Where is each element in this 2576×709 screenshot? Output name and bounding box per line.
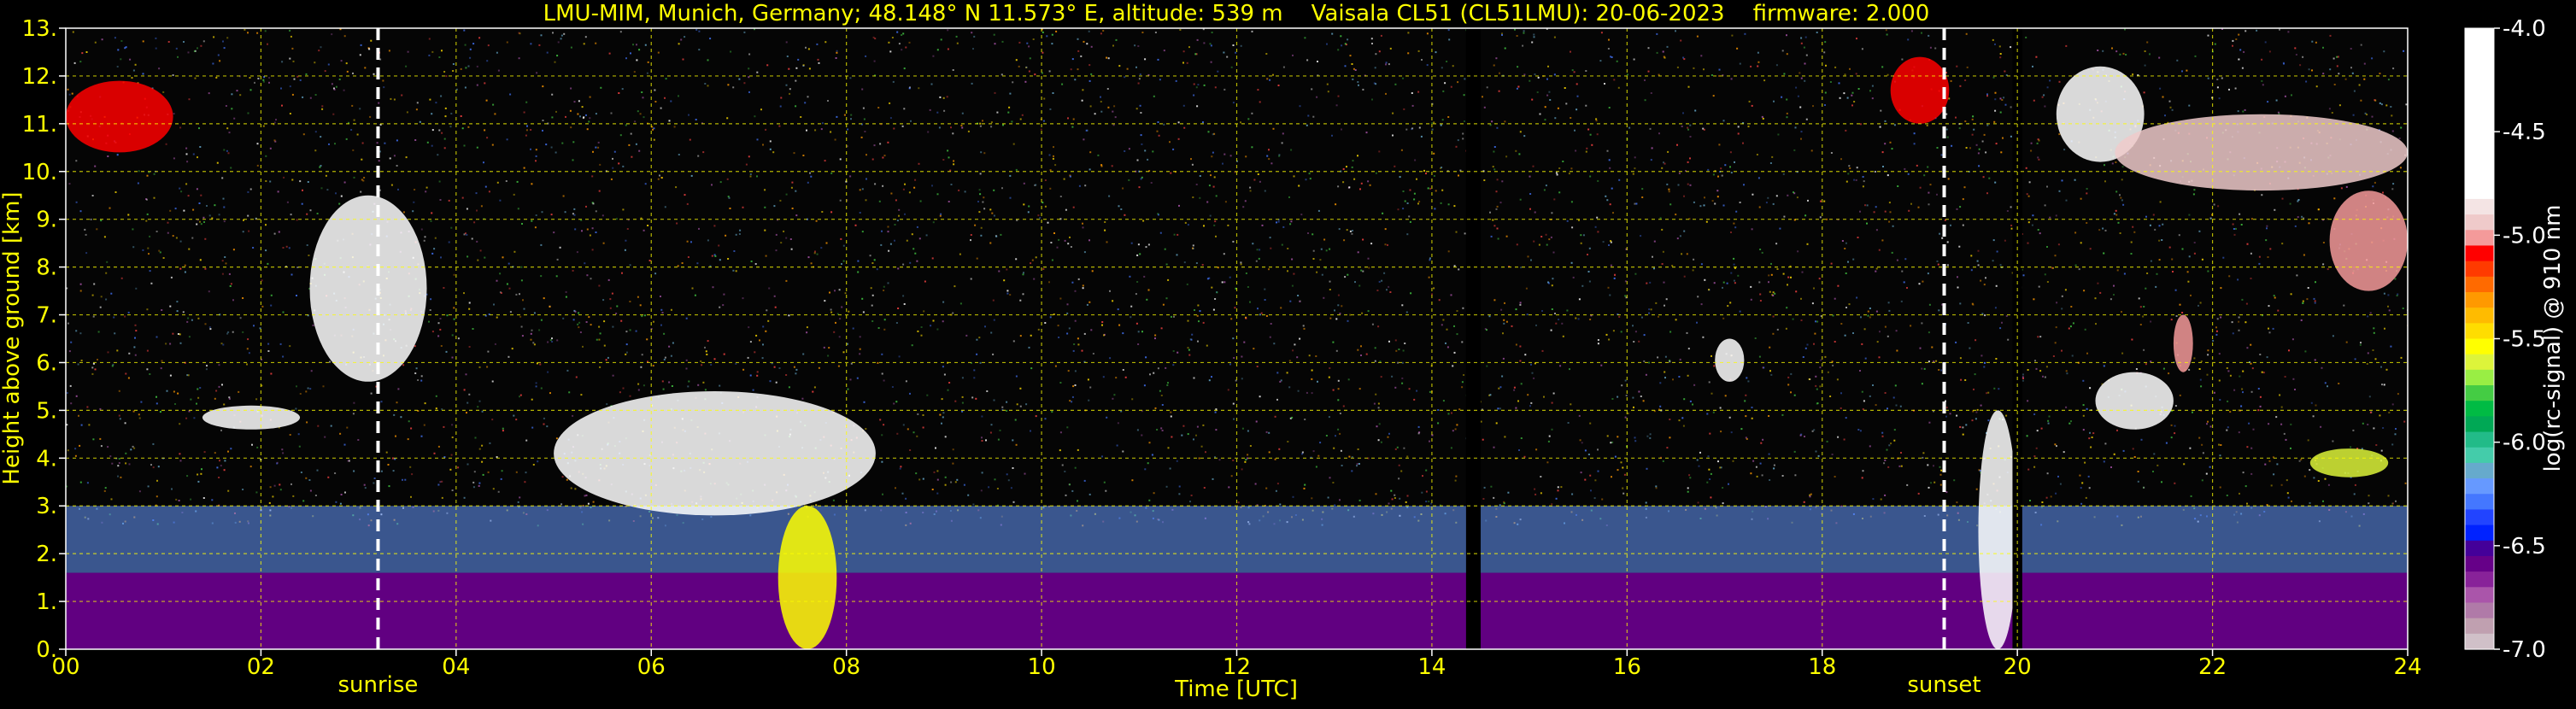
data-gap [1466, 28, 1481, 649]
x-tick-label: 04 [442, 654, 470, 680]
colorbar-swatch [2465, 416, 2494, 432]
colorbar-swatch [2465, 214, 2494, 231]
colorbar-swatch [2465, 106, 2494, 122]
cloud-feature [1715, 339, 1744, 382]
colorbar-swatch [2465, 494, 2494, 510]
colorbar-swatch [2465, 323, 2494, 339]
colorbar-swatch [2465, 401, 2494, 417]
cloud-feature [2330, 190, 2408, 290]
colorbar-swatch [2465, 478, 2494, 495]
y-tick-label: 5. [36, 398, 57, 424]
y-tick-label: 0. [36, 637, 57, 663]
colorbar-swatch [2465, 587, 2494, 603]
colorbar-swatch [2465, 121, 2494, 138]
colorbar-swatch [2465, 448, 2494, 464]
colorbar-swatch [2465, 137, 2494, 153]
y-tick-label: 12. [22, 64, 57, 90]
chart-title: LMU-MIM, Munich, Germany; 48.148° N 11.5… [543, 1, 1930, 26]
colorbar-swatch [2465, 199, 2494, 215]
cloud-feature [2174, 315, 2193, 372]
colorbar-swatch [2465, 308, 2494, 324]
cloud-feature [2096, 372, 2174, 430]
x-tick-label: 16 [1613, 654, 1641, 680]
x-tick-label: 08 [832, 654, 860, 680]
y-tick-label: 10. [22, 160, 57, 185]
x-tick-label: 22 [2198, 654, 2227, 680]
cloud-feature [66, 81, 173, 153]
y-tick-label: 9. [36, 208, 57, 233]
y-tick-label: 13. [22, 16, 57, 42]
colorbar-swatch [2465, 292, 2494, 308]
colorbar-swatch [2465, 618, 2494, 635]
cloud-feature [1979, 410, 2018, 649]
colorbar-swatch [2465, 44, 2494, 60]
colorbar-swatch [2465, 245, 2494, 261]
colorbar-swatch [2465, 168, 2494, 185]
colorbar-tick-label: -6.5 [2503, 534, 2546, 560]
x-tick-label: 10 [1028, 654, 1056, 680]
sun-marker-label: sunset [1907, 672, 1980, 698]
colorbar-tick-label: -4.5 [2503, 120, 2546, 145]
sun-marker-label: sunrise [337, 672, 418, 698]
cloud-feature [2115, 114, 2408, 190]
x-tick-label: 24 [2393, 654, 2421, 680]
x-axis-label: Time [UTC] [1174, 677, 1298, 702]
x-tick-label: 02 [247, 654, 275, 680]
y-tick-label: 4. [36, 446, 57, 472]
cloud-feature [310, 196, 427, 382]
colorbar-swatch [2465, 432, 2494, 448]
colorbar-swatch [2465, 184, 2494, 200]
y-tick-label: 7. [36, 303, 57, 329]
colorbar-swatch [2465, 525, 2494, 542]
x-tick-label: 18 [1808, 654, 1836, 680]
colorbar-swatch [2465, 75, 2494, 91]
y-tick-label: 2. [36, 542, 57, 567]
colorbar-swatch [2465, 277, 2494, 293]
y-tick-label: 3. [36, 494, 57, 519]
cloud-feature [778, 506, 837, 649]
colorbar-swatch [2465, 261, 2494, 278]
colorbar-swatch [2465, 634, 2494, 650]
colorbar-swatch [2465, 91, 2494, 107]
colorbar-tick-label: -7.0 [2503, 637, 2546, 663]
colorbar-swatch [2465, 509, 2494, 525]
colorbar-tick-label: -4.0 [2503, 16, 2546, 42]
backscatter-heatmap [66, 28, 2409, 649]
x-tick-label: 14 [1417, 654, 1446, 680]
colorbar-swatch [2465, 230, 2494, 246]
colorbar-swatch [2465, 28, 2494, 44]
colorbar-swatch [2465, 354, 2494, 371]
colorbar-swatch [2465, 571, 2494, 588]
colorbar-swatch [2465, 556, 2494, 572]
colorbar-swatch [2465, 370, 2494, 386]
x-tick-label: 06 [637, 654, 666, 680]
y-tick-label: 8. [36, 255, 57, 281]
y-tick-label: 6. [36, 350, 57, 376]
colorbar-swatch [2465, 152, 2494, 168]
colorbar-swatch [2465, 385, 2494, 401]
ceilometer-plot-svg: LMU-MIM, Munich, Germany; 48.148° N 11.5… [0, 0, 2576, 706]
ceilometer-figure: LMU-MIM, Munich, Germany; 48.148° N 11.5… [0, 0, 2576, 706]
y-tick-label: 11. [22, 112, 57, 138]
colorbar-swatch [2465, 59, 2494, 75]
cloud-feature [2310, 448, 2388, 478]
colorbar-swatch [2465, 541, 2494, 557]
y-axis-label: Height above ground [km] [0, 191, 25, 484]
colorbar-swatch [2465, 463, 2494, 479]
colorbar-swatch [2465, 602, 2494, 618]
cloud-feature [1891, 57, 1950, 124]
cloud-feature [202, 406, 300, 430]
y-tick-label: 1. [36, 589, 57, 615]
colorbar-swatch [2465, 339, 2494, 355]
colorbar-label: log(rc-signal) @ 910 nm [2540, 205, 2566, 472]
x-tick-label: 20 [2004, 654, 2032, 680]
